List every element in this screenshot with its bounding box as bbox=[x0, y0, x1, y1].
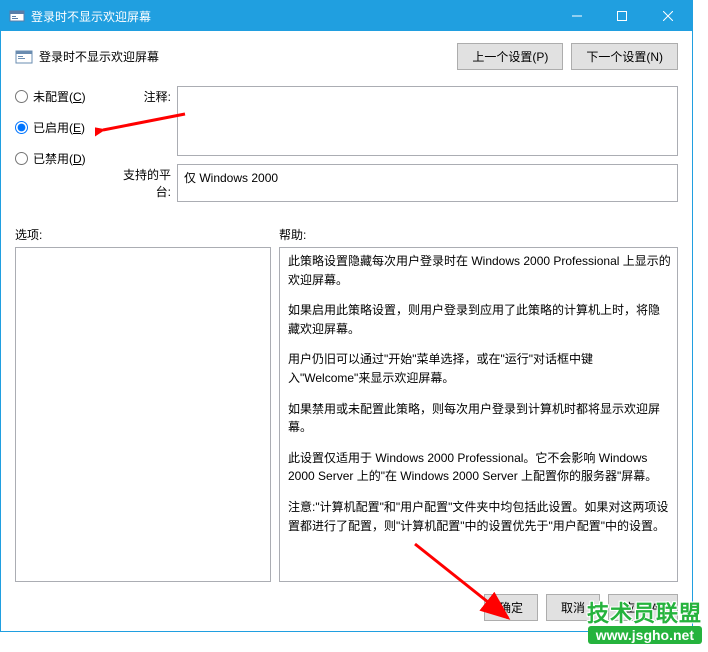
options-pane bbox=[15, 247, 271, 582]
radio-enabled-label: 已启用(E) bbox=[33, 119, 85, 136]
help-paragraph: 如果启用此策略设置，则用户登录到应用了此策略的计算机上时，将隐藏欢迎屏幕。 bbox=[288, 301, 671, 338]
radio-disabled-label: 已禁用(D) bbox=[33, 150, 86, 167]
title-bar: 登录时不显示欢迎屏幕 bbox=[1, 1, 692, 31]
radio-group: 未配置(C) 已启用(E) 已禁用(D) bbox=[15, 86, 119, 210]
help-paragraph: 此设置仅适用于 Windows 2000 Professional。它不会影响 … bbox=[288, 449, 671, 486]
config-row: 未配置(C) 已启用(E) 已禁用(D) 注释: 支持的平台: bbox=[15, 86, 678, 210]
options-label: 选项: bbox=[15, 226, 279, 243]
radio-disabled[interactable]: 已禁用(D) bbox=[15, 150, 119, 167]
close-button[interactable] bbox=[644, 1, 692, 31]
apply-button[interactable]: 应用(A) bbox=[608, 594, 678, 621]
pane-labels: 选项: 帮助: bbox=[15, 226, 678, 243]
page-icon bbox=[15, 48, 33, 66]
maximize-button[interactable] bbox=[599, 1, 644, 31]
minimize-button[interactable] bbox=[554, 1, 599, 31]
footer-buttons: 确定 取消 应用(A) bbox=[15, 594, 678, 621]
cancel-button[interactable]: 取消 bbox=[546, 594, 600, 621]
next-setting-button[interactable]: 下一个设置(N) bbox=[571, 43, 678, 70]
help-pane[interactable]: 此策略设置隐藏每次用户登录时在 Windows 2000 Professiona… bbox=[279, 247, 678, 582]
radio-not-configured[interactable]: 未配置(C) bbox=[15, 88, 119, 105]
panes-row: 此策略设置隐藏每次用户登录时在 Windows 2000 Professiona… bbox=[15, 247, 678, 582]
radio-disabled-input[interactable] bbox=[15, 152, 28, 165]
title-bar-controls bbox=[554, 1, 692, 31]
platform-value: 仅 Windows 2000 bbox=[184, 171, 278, 185]
comment-textarea[interactable] bbox=[177, 86, 678, 156]
page-title: 登录时不显示欢迎屏幕 bbox=[39, 48, 159, 65]
prev-setting-button[interactable]: 上一个设置(P) bbox=[457, 43, 563, 70]
radio-enabled-input[interactable] bbox=[15, 121, 28, 134]
radio-enabled[interactable]: 已启用(E) bbox=[15, 119, 119, 136]
help-paragraph: 如果禁用或未配置此策略，则每次用户登录到计算机时都将显示欢迎屏幕。 bbox=[288, 400, 671, 437]
help-paragraph: 此策略设置隐藏每次用户登录时在 Windows 2000 Professiona… bbox=[288, 252, 671, 289]
help-paragraph: 注意:"计算机配置"和"用户配置"文件夹中均包括此设置。如果对这两项设置都进行了… bbox=[288, 498, 671, 535]
dialog-window: 登录时不显示欢迎屏幕 bbox=[0, 0, 693, 632]
dialog-content: 登录时不显示欢迎屏幕 上一个设置(P) 下一个设置(N) 未配置(C) 已启用(… bbox=[1, 31, 692, 631]
app-icon bbox=[9, 8, 25, 24]
ok-button[interactable]: 确定 bbox=[484, 594, 538, 621]
help-paragraph: 用户仍旧可以通过"开始"菜单选择，或在"运行"对话框中键入"Welcome"来显… bbox=[288, 350, 671, 387]
header-row: 登录时不显示欢迎屏幕 上一个设置(P) 下一个设置(N) bbox=[15, 43, 678, 70]
comment-label: 注释: bbox=[119, 86, 177, 156]
platform-box: 仅 Windows 2000 bbox=[177, 164, 678, 202]
radio-not-configured-input[interactable] bbox=[15, 90, 28, 103]
help-label: 帮助: bbox=[279, 226, 306, 243]
radio-not-configured-label: 未配置(C) bbox=[33, 88, 86, 105]
window-title: 登录时不显示欢迎屏幕 bbox=[31, 8, 554, 25]
platform-label: 支持的平台: bbox=[119, 164, 177, 202]
